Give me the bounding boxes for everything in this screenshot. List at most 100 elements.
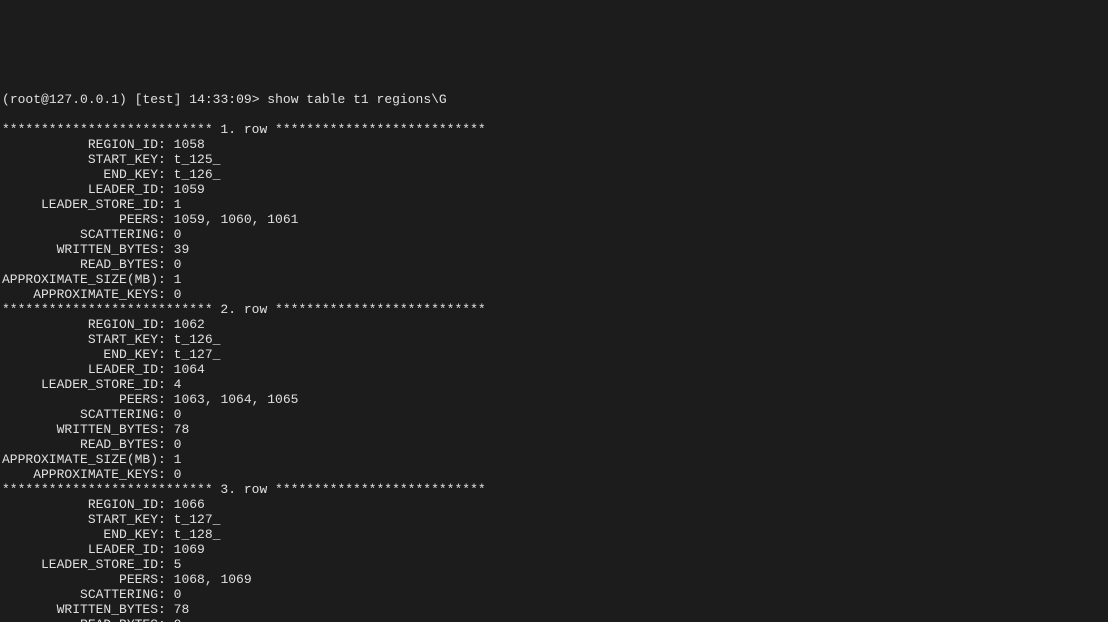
result-field-line: LEADER_ID: 1059 [2,182,1106,197]
field-value: t_127_ [174,347,221,362]
field-value: 39 [174,242,190,257]
field-value: 4 [174,377,182,392]
field-value: 0 [174,617,182,622]
field-value: t_128_ [174,527,221,542]
field-value: 0 [174,257,182,272]
field-separator: : [158,467,174,482]
prompt-line[interactable]: (root@127.0.0.1) [test] 14:33:09> show t… [2,92,1106,107]
field-key: WRITTEN_BYTES [2,422,158,437]
field-key: APPROXIMATE_SIZE(MB) [2,452,158,467]
field-separator: : [158,272,174,287]
field-value: 0 [174,437,182,452]
field-separator: : [158,542,174,557]
result-field-line: REGION_ID: 1058 [2,137,1106,152]
field-value: 1059, 1060, 1061 [174,212,299,227]
field-key: REGION_ID [2,137,158,152]
field-key: LEADER_ID [2,182,158,197]
row-separator: *************************** 3. row *****… [2,482,1106,497]
result-field-line: WRITTEN_BYTES: 78 [2,602,1106,617]
result-field-line: APPROXIMATE_SIZE(MB): 1 [2,272,1106,287]
field-key: WRITTEN_BYTES [2,242,158,257]
field-separator: : [158,332,174,347]
field-separator: : [158,407,174,422]
result-field-line: PEERS: 1068, 1069 [2,572,1106,587]
field-value: t_126_ [174,167,221,182]
field-key: START_KEY [2,332,158,347]
field-separator: : [158,557,174,572]
field-key: READ_BYTES [2,257,158,272]
field-separator: : [158,362,174,377]
field-value: 78 [174,422,190,437]
field-separator: : [158,242,174,257]
field-key: LEADER_STORE_ID [2,557,158,572]
field-key: APPROXIMATE_KEYS [2,287,158,302]
result-field-line: LEADER_STORE_ID: 1 [2,197,1106,212]
field-key: REGION_ID [2,497,158,512]
field-key: START_KEY [2,152,158,167]
result-field-line: APPROXIMATE_SIZE(MB): 1 [2,452,1106,467]
field-separator: : [158,512,174,527]
terminal-output: (root@127.0.0.1) [test] 14:33:09> show t… [0,75,1108,622]
field-value: 0 [174,287,182,302]
field-key: WRITTEN_BYTES [2,602,158,617]
result-field-line: LEADER_ID: 1064 [2,362,1106,377]
field-value: 78 [174,602,190,617]
result-field-line: READ_BYTES: 0 [2,257,1106,272]
result-field-line: APPROXIMATE_KEYS: 0 [2,287,1106,302]
field-key: START_KEY [2,512,158,527]
field-key: APPROXIMATE_KEYS [2,467,158,482]
result-field-line: SCATTERING: 0 [2,227,1106,242]
field-value: 0 [174,407,182,422]
result-rows: *************************** 1. row *****… [2,122,1106,622]
field-separator: : [158,347,174,362]
field-value: 1068, 1069 [174,572,252,587]
field-key: READ_BYTES [2,617,158,622]
field-separator: : [158,137,174,152]
field-key: SCATTERING [2,227,158,242]
field-value: 0 [174,467,182,482]
row-separator: *************************** 1. row *****… [2,122,1106,137]
field-value: 1069 [174,542,205,557]
field-separator: : [158,227,174,242]
field-key: LEADER_STORE_ID [2,197,158,212]
field-key: LEADER_STORE_ID [2,377,158,392]
result-field-line: APPROXIMATE_KEYS: 0 [2,467,1106,482]
result-field-line: START_KEY: t_126_ [2,332,1106,347]
field-key: END_KEY [2,527,158,542]
result-field-line: LEADER_STORE_ID: 5 [2,557,1106,572]
result-field-line: START_KEY: t_125_ [2,152,1106,167]
field-separator: : [158,257,174,272]
result-field-line: LEADER_ID: 1069 [2,542,1106,557]
prompt-db: test [142,92,173,107]
field-key: END_KEY [2,167,158,182]
row-separator: *************************** 2. row *****… [2,302,1106,317]
field-value: 1064 [174,362,205,377]
field-key: READ_BYTES [2,437,158,452]
field-key: PEERS [2,572,158,587]
field-separator: : [158,572,174,587]
field-key: APPROXIMATE_SIZE(MB) [2,272,158,287]
field-key: REGION_ID [2,317,158,332]
field-separator: : [158,392,174,407]
field-value: t_125_ [174,152,221,167]
field-separator: : [158,422,174,437]
result-field-line: WRITTEN_BYTES: 39 [2,242,1106,257]
field-separator: : [158,167,174,182]
field-separator: : [158,287,174,302]
result-field-line: PEERS: 1059, 1060, 1061 [2,212,1106,227]
field-separator: : [158,377,174,392]
field-separator: : [158,452,174,467]
prompt-command: show table t1 regions\G [267,92,446,107]
field-key: SCATTERING [2,407,158,422]
field-separator: : [158,152,174,167]
field-key: LEADER_ID [2,542,158,557]
field-value: t_127_ [174,512,221,527]
result-field-line: REGION_ID: 1066 [2,497,1106,512]
field-key: SCATTERING [2,587,158,602]
field-value: 0 [174,227,182,242]
field-value: 5 [174,557,182,572]
field-value: t_126_ [174,332,221,347]
field-value: 1059 [174,182,205,197]
field-separator: : [158,197,174,212]
field-separator: : [158,317,174,332]
